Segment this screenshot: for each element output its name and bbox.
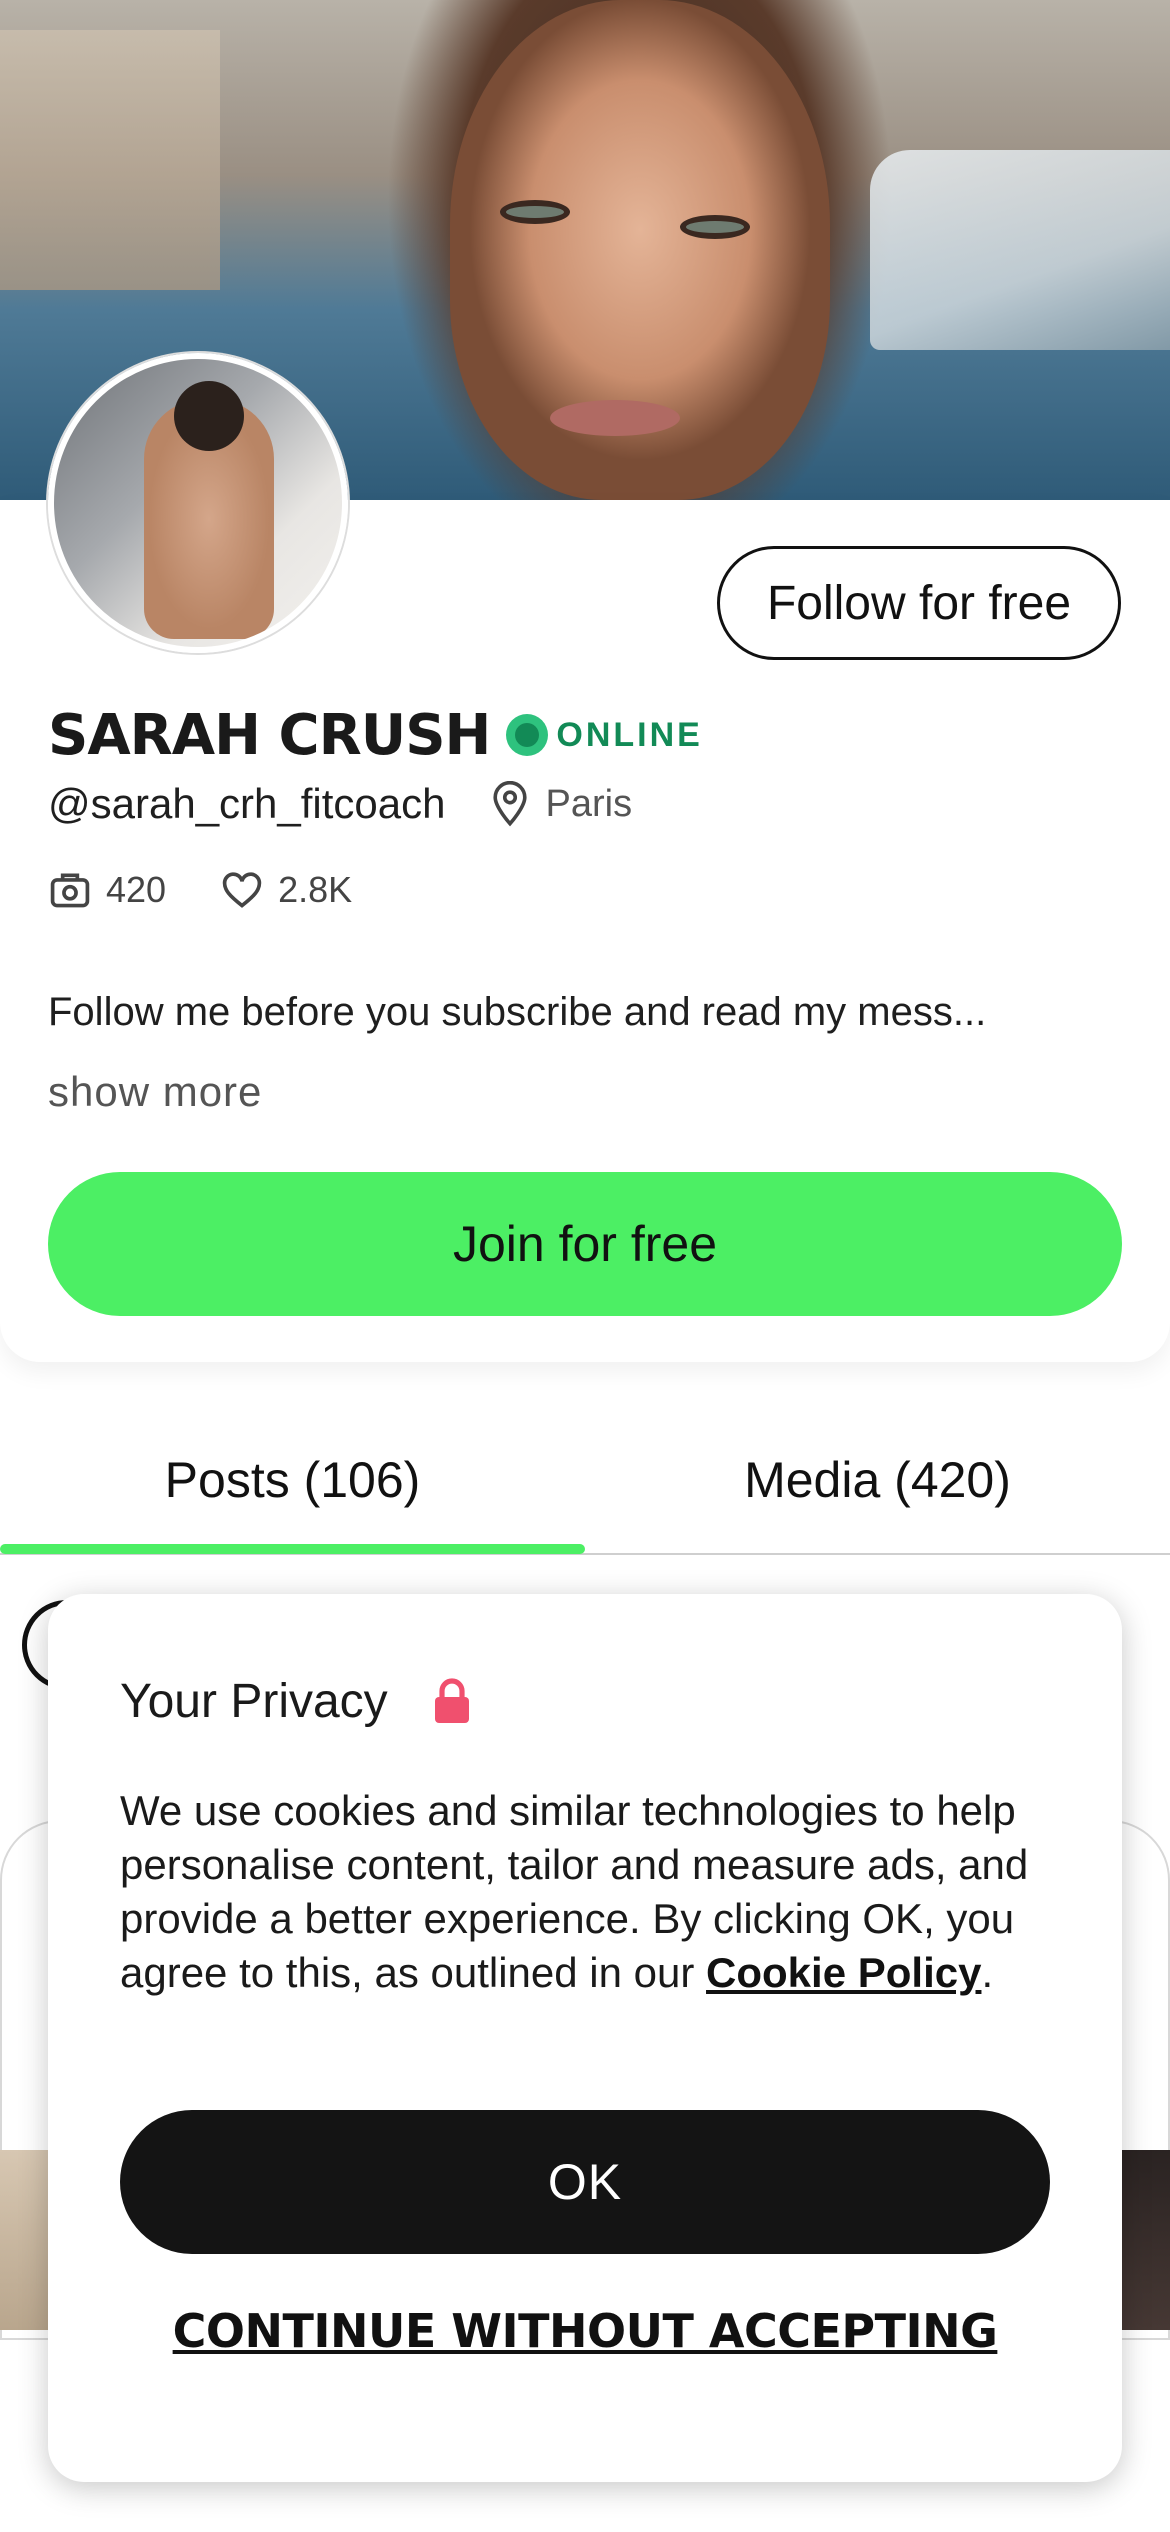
tab-media[interactable]: Media (420) (585, 1410, 1170, 1550)
privacy-title-row: Your Privacy (120, 1666, 472, 1736)
online-status-icon (506, 714, 549, 756)
privacy-title: Your Privacy (120, 1674, 388, 1728)
join-button[interactable]: Join for free (48, 1172, 1122, 1316)
content-tabs: Posts (106) Media (420) (0, 1410, 1170, 1556)
avatar-hair (174, 381, 244, 451)
profile-handle: @sarah_crh_fitcoach (48, 780, 446, 827)
online-status-label: ONLINE (556, 715, 703, 754)
active-tab-indicator (0, 1544, 585, 1554)
privacy-dialog: Your Privacy We use cookies and similar … (48, 1594, 1122, 2482)
avatar[interactable] (48, 353, 348, 653)
privacy-body: We use cookies and similar technologies … (120, 1784, 1060, 2000)
continue-without-accepting-button[interactable]: CONTINUE WITHOUT ACCEPTING (48, 2304, 1122, 2358)
cover-background-building (0, 30, 220, 290)
camera-icon (50, 873, 90, 908)
lock-icon (434, 1678, 469, 1723)
handle-row: @sarah_crh_fitcoach Paris (48, 776, 632, 832)
cover-lips (550, 400, 680, 436)
profile-location: Paris (545, 782, 633, 825)
profile-name: SARAH CRUSH (48, 702, 491, 768)
media-count: 420 (106, 869, 167, 910)
stats-row: 420 2.8K (48, 862, 352, 918)
show-more-link[interactable]: show more (48, 1068, 262, 1116)
privacy-body-end: . (981, 1949, 994, 1996)
cover-background-boat (870, 150, 1170, 350)
profile-bio: Follow me before you subscribe and read … (48, 990, 987, 1034)
cover-eye (680, 215, 750, 239)
location-pin-icon (492, 781, 527, 827)
name-row: SARAH CRUSH ONLINE (48, 700, 703, 770)
follow-button[interactable]: Follow for free (717, 546, 1121, 660)
heart-icon (222, 872, 262, 908)
ok-button[interactable]: OK (120, 2110, 1050, 2254)
cover-eye (500, 200, 570, 224)
tab-posts[interactable]: Posts (106) (0, 1410, 585, 1550)
likes-count: 2.8K (278, 869, 353, 910)
cookie-policy-link[interactable]: Cookie Policy (706, 1949, 981, 1996)
